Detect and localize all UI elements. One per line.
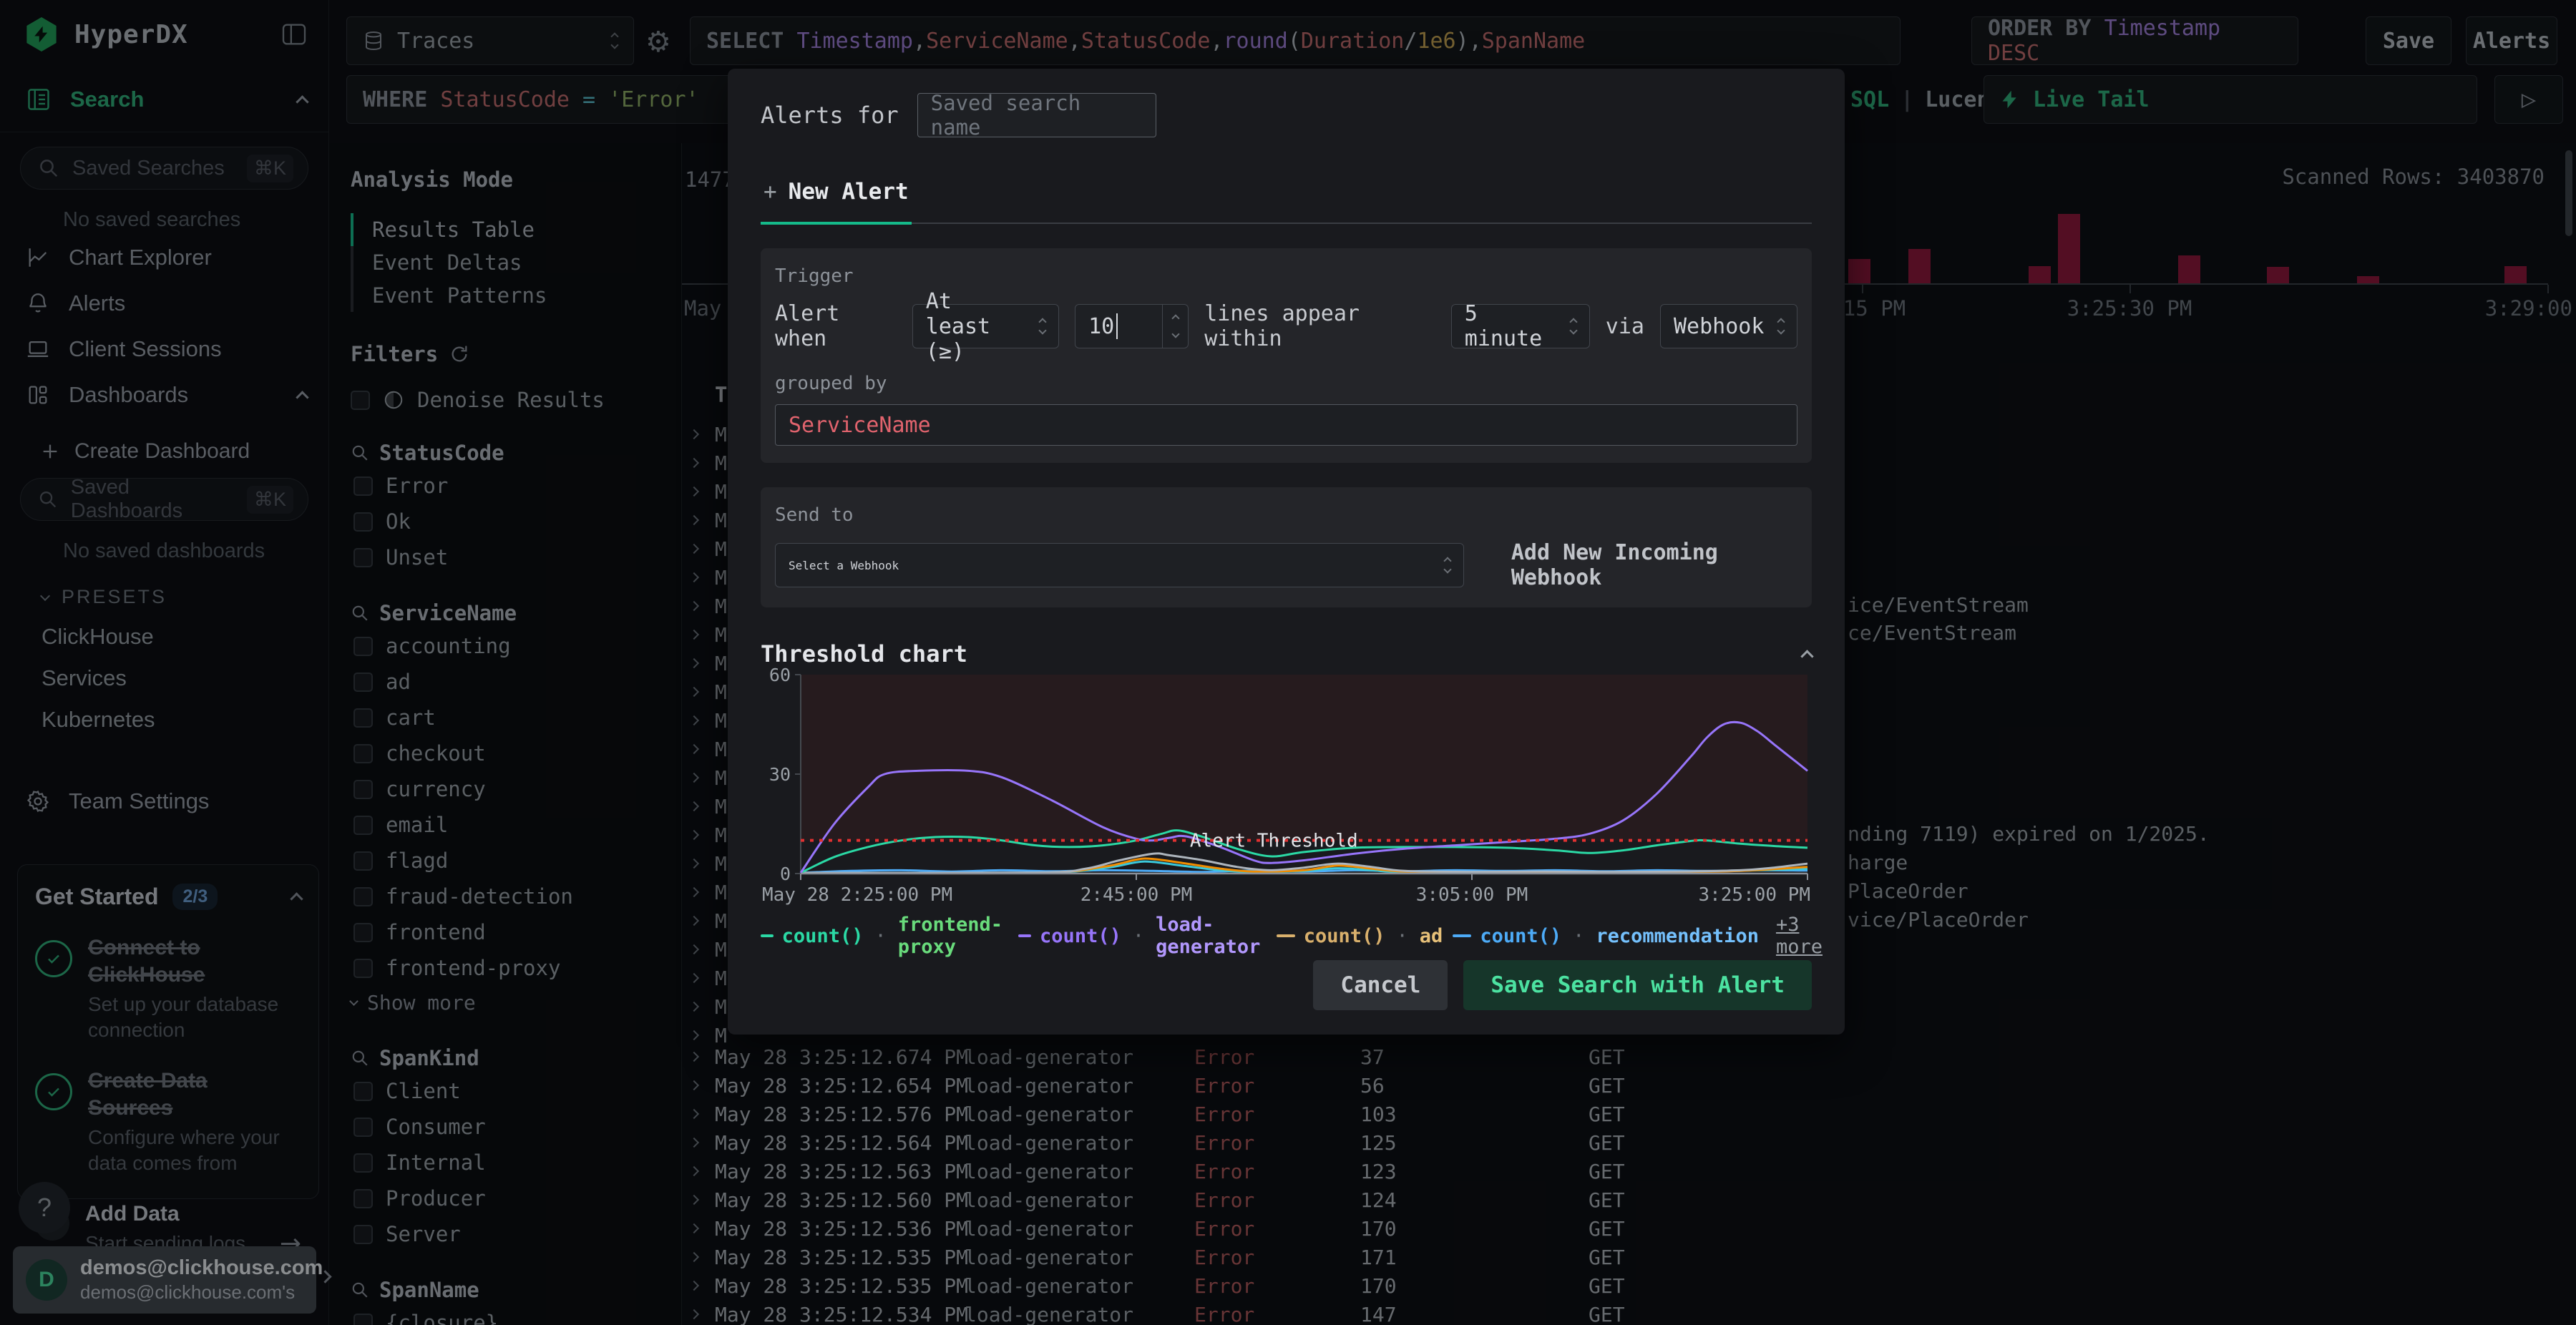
alert-when-text: Alert when	[775, 301, 840, 351]
threshold-chart-title: Threshold chart	[761, 640, 967, 668]
threshold-value-input[interactable]: 10	[1075, 304, 1189, 348]
legend-separator: ·	[1132, 924, 1145, 947]
tab-new-alert[interactable]: + New Alert	[761, 179, 912, 225]
legend-item[interactable]: count() · load-generator	[1018, 914, 1266, 958]
legend-separator: ·	[874, 924, 887, 947]
legend-item[interactable]: count() · recommendation	[1453, 925, 1759, 947]
select-chevrons-icon	[1038, 318, 1047, 335]
save-search-with-alert-button[interactable]: Save Search with Alert	[1463, 960, 1812, 1010]
channel-value: Webhook	[1673, 313, 1765, 339]
webhook-select-value: Select a Webhook	[789, 558, 899, 572]
select-chevrons-icon	[1777, 318, 1786, 335]
legend-swatch	[1276, 934, 1295, 937]
time-window-select[interactable]: 5 minute	[1450, 301, 1590, 351]
legend-series-name: recommendation	[1596, 924, 1759, 947]
select-chevrons-icon	[1443, 557, 1452, 574]
time-window-value: 5 minute	[1464, 301, 1543, 351]
comparator-select[interactable]: At least (≥)	[912, 289, 1060, 364]
collapse-chart-chevron-icon[interactable]	[1800, 649, 1814, 663]
saved-search-name-input[interactable]: Saved search name	[917, 91, 1156, 140]
svg-text:30: 30	[769, 764, 791, 785]
threshold-chart-svg: 0 30 60 Alert Threshold May 28 2:25:00 PM 2:4…	[762, 665, 1810, 906]
svg-text:2:45:00 PM: 2:45:00 PM	[1080, 884, 1193, 905]
legend-swatch	[1018, 934, 1032, 937]
legend-series-name: ad	[1419, 924, 1443, 947]
comparator-value: At least (≥)	[925, 288, 991, 364]
threshold-chart: 0 30 60 Alert Threshold May 28 2:25:00 PM 2:4…	[761, 665, 1812, 908]
svg-text:0: 0	[780, 864, 791, 884]
legend-item[interactable]: count() · frontend-proxy	[761, 914, 1008, 958]
legend-item[interactable]: count() · ad	[1276, 924, 1443, 947]
send-to-section: Send to Select a Webhook Add New Incomin…	[761, 487, 1812, 607]
svg-text:3:05:00 PM: 3:05:00 PM	[1416, 884, 1528, 905]
lines-within-text: lines appear within	[1204, 301, 1360, 351]
trigger-section: Trigger Alert when At least (≥) 10 lines…	[761, 248, 1812, 463]
plus-icon: +	[763, 179, 777, 205]
webhook-select[interactable]: Select a Webhook	[775, 543, 1464, 587]
legend-swatch	[761, 934, 774, 937]
svg-text:3:25:00 PM: 3:25:00 PM	[1698, 884, 1810, 905]
alert-modal: Alerts for Saved search name + New Alert…	[728, 69, 1845, 1035]
chart-legend: count() · frontend-proxy count() · load-gener…	[761, 914, 1823, 958]
tab-label: New Alert	[788, 179, 909, 205]
legend-metric-label: count()	[1040, 924, 1121, 947]
cancel-button[interactable]: Cancel	[1313, 960, 1448, 1010]
legend-swatch	[1453, 934, 1472, 937]
legend-metric-label: count()	[1480, 924, 1562, 947]
legend-separator: ·	[1573, 924, 1585, 947]
legend-series-name: frontend-proxy	[897, 914, 1003, 958]
add-webhook-button[interactable]: Add New Incoming Webhook	[1511, 540, 1797, 590]
alert-tabs: + New Alert	[761, 179, 1812, 225]
grouped-by-input[interactable]: ServiceName	[775, 404, 1797, 446]
legend-more-button[interactable]: +3 more	[1776, 914, 1823, 958]
hyperdx-app: HyperDX Search Saved Searches ⌘K No save…	[0, 0, 2576, 1325]
legend-series-name: load-generator	[1156, 914, 1261, 958]
text-caret	[1116, 313, 1118, 339]
svg-text:60: 60	[769, 668, 791, 685]
modal-title: Alerts for	[761, 102, 899, 129]
threshold-value: 10	[1088, 313, 1115, 339]
channel-select[interactable]: Webhook	[1659, 304, 1797, 348]
legend-metric-label: count()	[781, 924, 864, 947]
svg-text:Alert Threshold: Alert Threshold	[1190, 831, 1358, 852]
number-spinner[interactable]	[1162, 305, 1188, 348]
svg-text:May 28 2:25:00 PM: May 28 2:25:00 PM	[762, 884, 952, 905]
via-text: via	[1605, 313, 1644, 339]
send-to-label: Send to	[775, 504, 854, 526]
legend-metric-label: count()	[1303, 924, 1385, 947]
trigger-label: Trigger	[775, 265, 854, 287]
select-chevrons-icon	[1569, 318, 1578, 335]
grouped-by-label: grouped by	[775, 373, 887, 394]
legend-separator: ·	[1396, 924, 1408, 947]
